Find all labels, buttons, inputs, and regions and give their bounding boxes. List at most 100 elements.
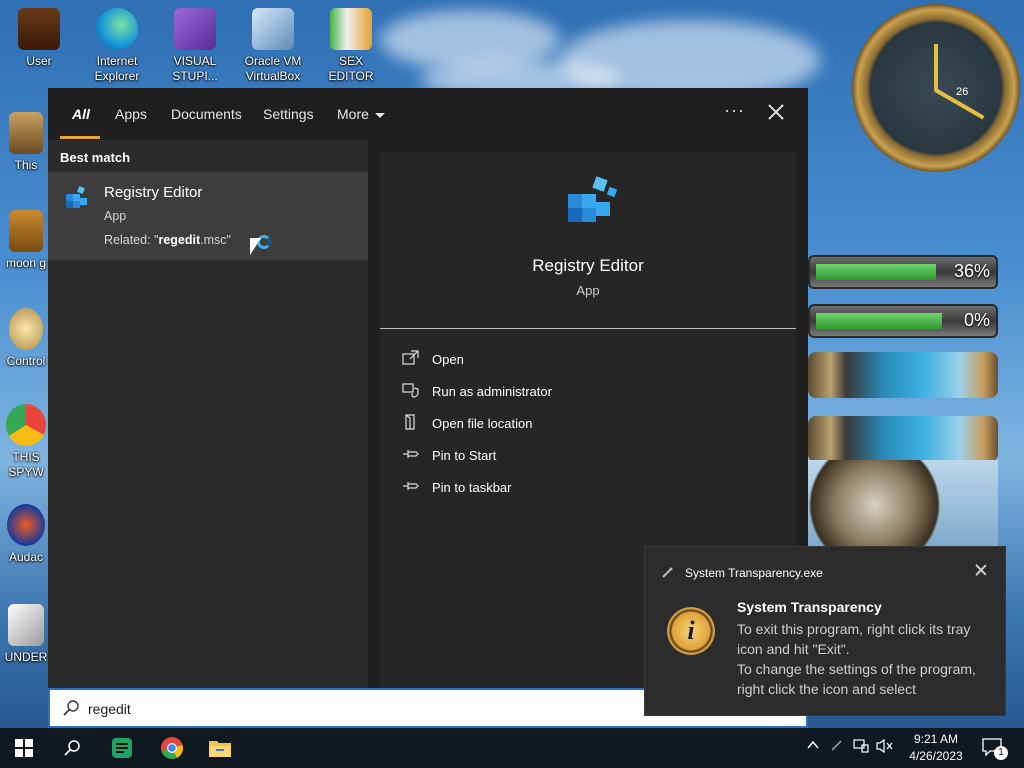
network-status-button[interactable] [852,738,870,757]
action-pin-to-taskbar[interactable]: Pin to taskbar [402,476,702,500]
start-button[interactable] [0,728,48,768]
search-icon [63,700,79,716]
meter-fill [816,313,942,329]
action-pin-to-start[interactable]: Pin to Start [402,444,702,468]
drive-tube-widget [808,416,998,462]
desktop-icon-moon[interactable]: moon g [4,210,48,271]
desktop-icon-virtualbox[interactable]: Oracle VM VirtualBox [238,8,308,84]
action-label: Pin to Start [432,448,497,463]
audacity-icon [7,504,45,546]
folder-icon [209,741,231,757]
results-list: Best match Registry Editor App Related: … [48,140,368,688]
toast-title: System Transparency [737,599,882,615]
visual-studio-icon [174,8,216,50]
show-hidden-icons-button[interactable] [806,738,820,755]
taskbar-sheets-app[interactable] [98,728,146,768]
desktop-icon-unity[interactable]: UNDER [4,604,48,665]
registry-editor-large-icon [568,176,618,222]
registry-editor-icon [66,186,87,208]
result-type: App [104,209,127,223]
moon-app-icon [9,210,43,252]
desktop-icon-chrome[interactable]: THIS SPYW [4,404,48,480]
edge-browser-icon [96,8,138,50]
taskbar-clock[interactable]: 9:21 AM 4/26/2023 [896,731,976,765]
desktop-icon-user[interactable]: User [4,8,74,69]
action-run-as-admin[interactable]: Run as administrator [402,380,702,404]
tab-apps[interactable]: Apps [115,106,147,122]
virtualbox-cube-icon [252,8,294,50]
desktop-icon-label: This [14,158,38,172]
toast-close-button[interactable] [973,563,989,579]
result-title: Registry Editor [104,184,203,201]
taskbar-time: 9:21 AM [913,732,959,746]
app-small-icon [662,567,673,578]
chevron-up-icon [807,740,819,749]
pen-icon [831,740,842,751]
windows-logo-icon [15,739,33,757]
desktop-icon-label: Oracle VM VirtualBox [244,54,302,83]
desktop-icon-control-panel[interactable]: Control [4,308,48,369]
mouse-pointer-icon [250,238,261,255]
tab-settings[interactable]: Settings [263,106,314,122]
taskbar-search-button[interactable] [48,728,96,768]
drive-tube-widget [808,352,998,398]
action-open-file-location[interactable]: Open file location [402,412,702,436]
desktop-icon-audacity[interactable]: Audac [4,504,48,565]
user-folder-icon [18,8,60,50]
pin-icon [403,450,419,458]
search-icon [64,740,80,756]
chrome-icon [161,737,183,759]
shield-icon [402,383,419,398]
action-label: Open [432,352,464,367]
spreadsheet-app-icon [112,738,132,758]
desktop-icon-this-pc[interactable]: This [4,112,48,173]
search-tabs-bar: All Apps Documents Settings More ··· [48,88,808,140]
action-label: Pin to taskbar [432,480,512,495]
toast-app-name: System Transparency.exe [685,566,823,580]
chevron-down-icon [374,112,385,118]
unity-icon [8,604,44,646]
best-match-result[interactable]: Registry Editor App Related: "regedit.ms… [48,172,368,260]
desktop-icon-label: Audac [8,550,44,564]
tab-all[interactable]: All [72,106,90,122]
action-center-button[interactable]: 1 [982,738,1008,760]
desktop-icon-label: moon g [5,256,47,270]
desktop-icon-label: User [26,54,52,68]
taskbar-date: 4/26/2023 [909,749,963,763]
cpu-meter-widget: 36% [808,255,998,289]
tab-documents[interactable]: Documents [171,106,242,122]
clock-hour-hand [934,44,938,90]
desktop-icon-label: THIS SPYW [8,450,44,479]
network-icon [853,739,869,753]
taskbar-chrome[interactable] [148,728,196,768]
chrome-icon [6,404,46,446]
desktop-icon-visual-studio[interactable]: VISUAL STUPI... [160,8,230,84]
taskbar-file-explorer[interactable] [196,728,244,768]
tab-more[interactable]: More [337,106,385,122]
desktop-icon-hex-editor[interactable]: SEX EDITOR [316,8,386,84]
close-search-button[interactable] [762,98,790,126]
desktop-icon-internet-explorer[interactable]: Internet Explorer [82,8,152,84]
toast-body-line: To change the settings of the program, r… [737,661,976,697]
search-input[interactable]: regedit [88,701,131,717]
clock-date-label: 26 [956,86,969,98]
info-icon: i [667,607,715,655]
detail-type: App [576,283,600,298]
action-open[interactable]: Open [402,348,702,372]
result-related: Related: "regedit.msc" [104,233,231,247]
best-match-heading: Best match [60,150,131,165]
desktop-icon-label: Control [6,354,46,368]
active-tab-indicator [60,136,100,139]
notification-toast[interactable]: System Transparency.exe i System Transpa… [644,546,1006,716]
more-options-button[interactable]: ··· [724,100,745,121]
tab-more-label: More [337,106,369,122]
tray-pen-icon-button[interactable] [830,738,844,755]
speaker-muted-icon [876,738,893,754]
volume-muted-button[interactable] [876,738,894,757]
notification-count-badge: 1 [994,746,1008,760]
action-label: Open file location [432,416,533,431]
memory-meter-widget: 0% [808,304,998,338]
steampunk-clock-widget: 26 [852,4,1020,172]
desktop-icon-label: UNDER [4,650,48,664]
hex-editor-icon [330,8,372,50]
